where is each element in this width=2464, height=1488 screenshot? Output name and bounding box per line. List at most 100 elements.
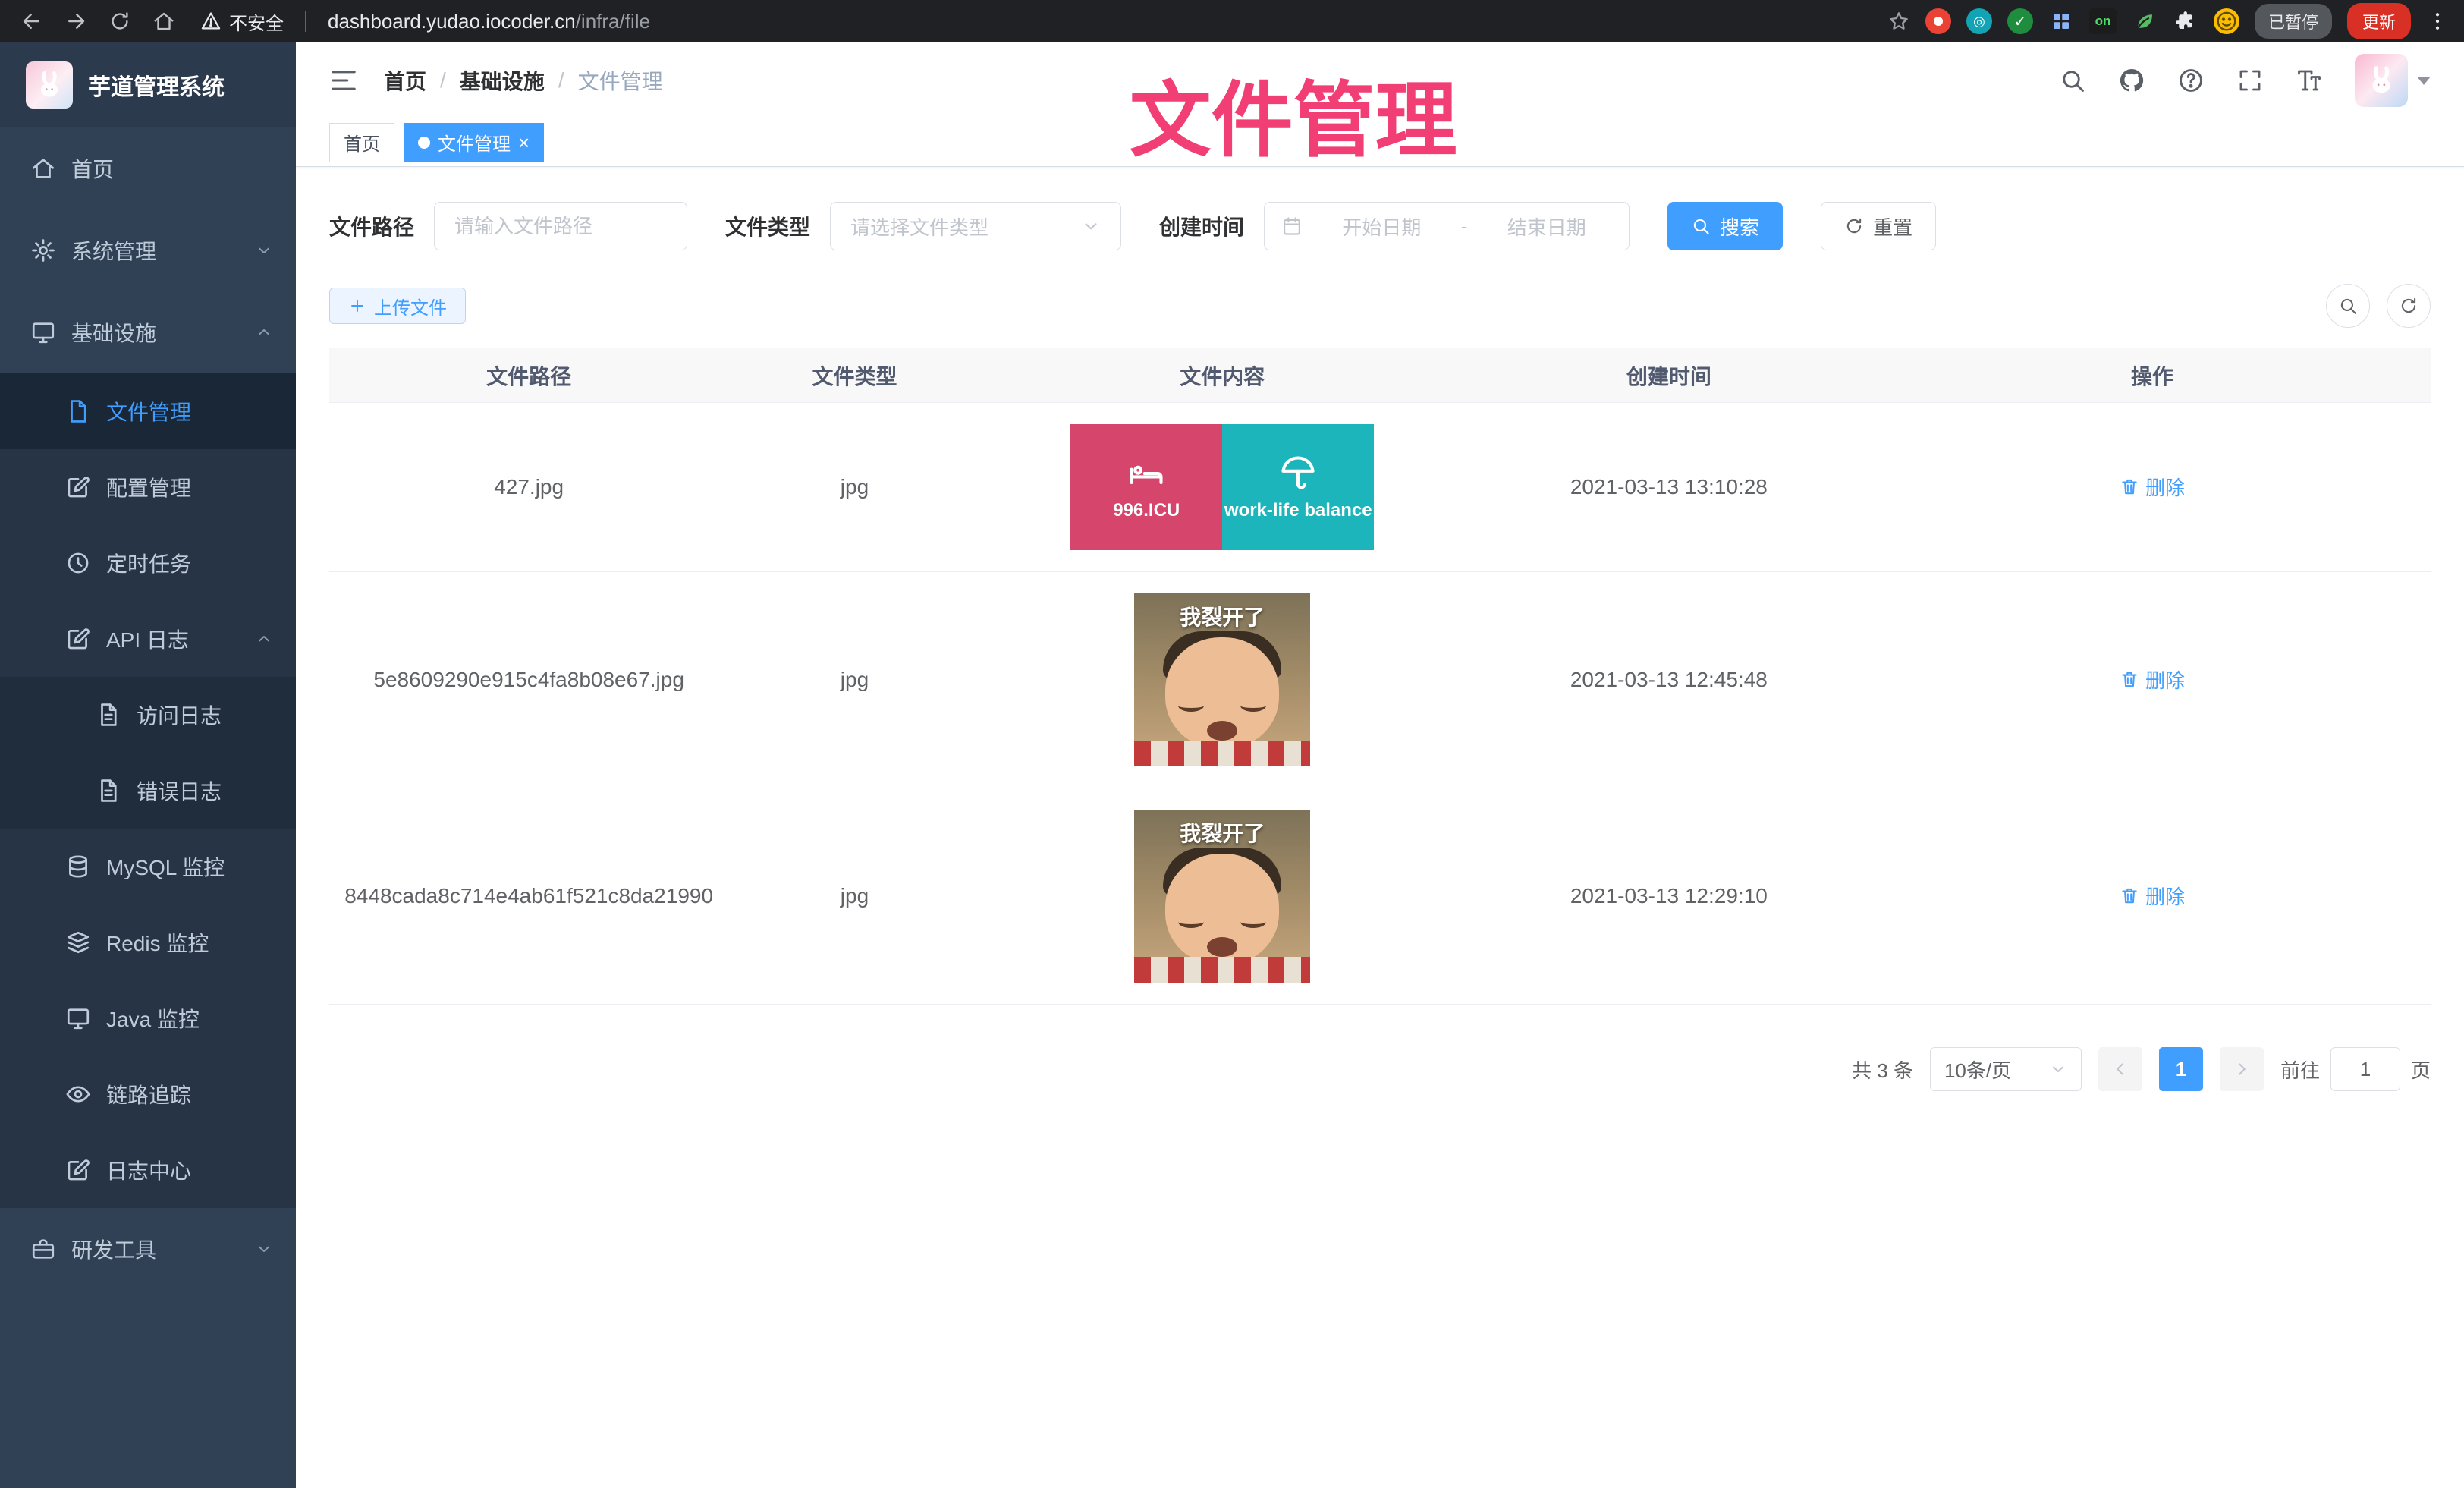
goto-prefix: 前往 <box>2280 1055 2320 1084</box>
breadcrumb-separator: / <box>440 68 446 93</box>
filter-form: 文件路径 文件类型 请选择文件类型 创建时间 <box>329 202 2431 250</box>
extension-icon-record[interactable] <box>1925 8 1951 34</box>
extension-icon-teal[interactable]: ◎ <box>1966 8 1992 34</box>
warning-icon <box>200 11 222 32</box>
search-button[interactable]: 搜索 <box>1667 202 1783 250</box>
browser-reload-icon[interactable] <box>103 5 137 38</box>
sidebar-item-log-center[interactable]: 日志中心 <box>0 1132 296 1208</box>
sidebar-item-system-management[interactable]: 系统管理 <box>0 209 296 291</box>
file-preview-image[interactable]: 我裂开了 <box>1134 593 1310 766</box>
page-number-1[interactable]: 1 <box>2159 1047 2203 1091</box>
toggle-search-button[interactable] <box>2326 284 2370 328</box>
sidebar-item-api-logs[interactable]: API 日志 <box>0 601 296 677</box>
file-preview-image[interactable]: 996.ICU work-life balance <box>1070 424 1374 550</box>
sidebar-item-config-management[interactable]: 配置管理 <box>0 449 296 525</box>
profile-smiley-icon[interactable] <box>2214 8 2239 34</box>
extensions-puzzle-icon[interactable] <box>2173 8 2198 34</box>
reset-button-label: 重置 <box>1873 212 1912 241</box>
sidebar-item-infrastructure[interactable]: 基础设施 <box>0 291 296 373</box>
url-path: /infra/file <box>576 10 650 33</box>
extension-icon-shield-check[interactable]: ✓ <box>2007 8 2033 34</box>
umbrella-icon <box>1278 453 1318 492</box>
page-size-select[interactable]: 10条/页 <box>1930 1047 2082 1091</box>
end-date-placeholder: 结束日期 <box>1481 212 1612 241</box>
prev-page-button[interactable] <box>2098 1047 2142 1091</box>
date-range-picker[interactable]: 开始日期 - 结束日期 <box>1264 202 1630 250</box>
delete-button[interactable]: 删除 <box>2120 665 2185 694</box>
monitor-icon <box>65 1005 91 1031</box>
update-button[interactable]: 更新 <box>2347 3 2411 39</box>
sidebar-item-access-logs[interactable]: 访问日志 <box>0 677 296 753</box>
sidebar-item-label: 错误日志 <box>137 775 222 806</box>
sidebar-item-label: 首页 <box>71 153 114 184</box>
chevron-down-icon <box>1081 216 1101 236</box>
help-icon[interactable] <box>2177 67 2205 94</box>
reset-button[interactable]: 重置 <box>1821 202 1936 250</box>
monitor-icon <box>30 319 56 345</box>
calendar-icon <box>1281 215 1303 237</box>
sidebar-item-tracing[interactable]: 链路追踪 <box>0 1056 296 1132</box>
browser-home-icon[interactable] <box>147 5 181 38</box>
sidebar-menu: 首页 系统管理 基础设施 文件管理 配置管理 <box>0 127 296 1290</box>
plus-icon <box>348 297 366 315</box>
sidebar-item-label: 日志中心 <box>106 1155 191 1185</box>
paused-chip[interactable]: 已暂停 <box>2255 4 2332 39</box>
delete-button[interactable]: 删除 <box>2120 882 2185 910</box>
sidebar-item-redis-monitor[interactable]: Redis 监控 <box>0 904 296 980</box>
browser-menu-icon[interactable] <box>2426 10 2449 33</box>
chevron-right-icon <box>2232 1059 2252 1079</box>
extension-icon-grid[interactable] <box>2048 8 2074 34</box>
upload-file-button[interactable]: 上传文件 <box>329 288 466 324</box>
table-row: 427.jpg jpg 996.ICU <box>329 403 2431 572</box>
sidebar-item-error-logs[interactable]: 错误日志 <box>0 753 296 829</box>
next-page-button[interactable] <box>2220 1047 2264 1091</box>
tab-home[interactable]: 首页 <box>329 123 394 162</box>
delete-button[interactable]: 删除 <box>2120 473 2185 501</box>
github-icon[interactable] <box>2118 67 2145 94</box>
img-right-caption: work-life balance <box>1224 500 1372 521</box>
sidebar-item-mysql-monitor[interactable]: MySQL 监控 <box>0 829 296 904</box>
user-avatar-menu[interactable] <box>2355 54 2431 107</box>
security-label: 不安全 <box>229 8 284 35</box>
extension-icon-on-badge[interactable]: on <box>2089 8 2117 34</box>
sidebar-item-home[interactable]: 首页 <box>0 127 296 209</box>
tab-close-icon[interactable]: × <box>518 133 530 153</box>
search-icon <box>1691 216 1711 236</box>
tab-file-management[interactable]: 文件管理 × <box>404 123 544 162</box>
search-icon[interactable] <box>2059 67 2086 94</box>
cell-file-type: jpg <box>728 788 980 1005</box>
browser-forward-icon[interactable] <box>59 5 93 38</box>
breadcrumb-current: 文件管理 <box>578 65 663 96</box>
select-placeholder: 请选择文件类型 <box>850 212 1081 241</box>
browser-nav-buttons <box>15 5 181 38</box>
refresh-table-button[interactable] <box>2387 284 2431 328</box>
sidebar-item-label: 配置管理 <box>106 472 191 502</box>
col-create-time: 创建时间 <box>1464 348 1874 403</box>
file-preview-image[interactable]: 我裂开了 <box>1134 810 1310 983</box>
file-type-select[interactable]: 请选择文件类型 <box>830 202 1121 250</box>
fullscreen-icon[interactable] <box>2236 67 2264 94</box>
app-logo[interactable]: 芋道管理系统 <box>0 42 296 127</box>
address-bar[interactable]: dashboard.yudao.iocoder.cn/infra/file <box>328 10 1880 33</box>
sidebar-item-label: API 日志 <box>106 624 189 654</box>
delete-button-label: 删除 <box>2145 882 2185 910</box>
extension-icon-leaf[interactable] <box>2132 8 2158 34</box>
home-icon <box>30 156 56 181</box>
file-path-input[interactable] <box>434 202 687 250</box>
sidebar-item-java-monitor[interactable]: Java 监控 <box>0 980 296 1056</box>
sidebar-toggle-icon[interactable] <box>329 66 358 95</box>
font-size-icon[interactable] <box>2296 67 2323 94</box>
breadcrumb-home[interactable]: 首页 <box>384 65 426 96</box>
chevron-down-icon <box>255 241 273 260</box>
breadcrumb-infrastructure[interactable]: 基础设施 <box>460 65 545 96</box>
browser-back-icon[interactable] <box>15 5 49 38</box>
bookmark-star-icon[interactable] <box>1887 10 1910 33</box>
goto-page: 前往 页 <box>2280 1047 2431 1091</box>
sidebar-item-scheduled-tasks[interactable]: 定时任务 <box>0 525 296 601</box>
caret-down-icon <box>2417 77 2431 85</box>
site-security-chip[interactable]: 不安全 <box>200 8 284 35</box>
sidebar-item-file-management[interactable]: 文件管理 <box>0 373 296 449</box>
sidebar-item-dev-tools[interactable]: 研发工具 <box>0 1208 296 1290</box>
cell-file-content: 996.ICU work-life balance <box>981 403 1464 572</box>
goto-page-input[interactable] <box>2330 1047 2400 1091</box>
